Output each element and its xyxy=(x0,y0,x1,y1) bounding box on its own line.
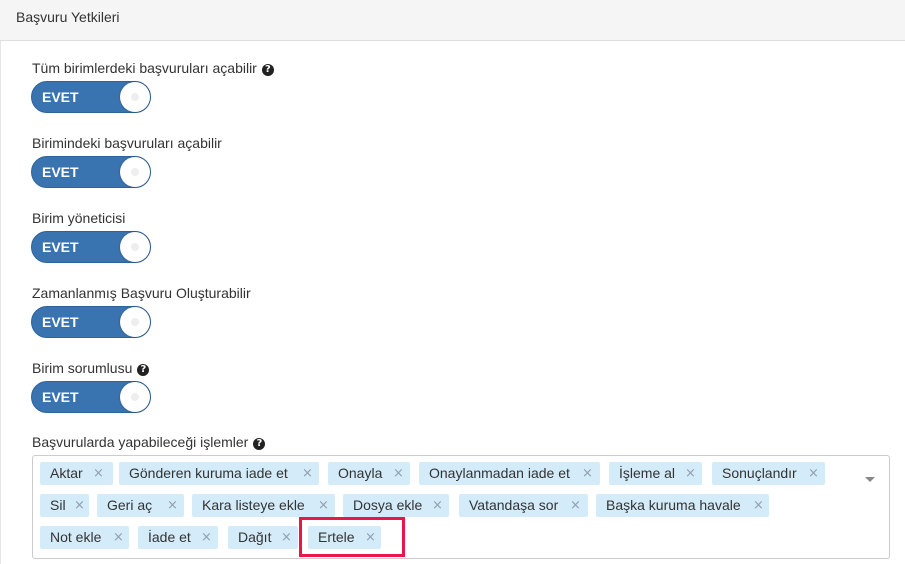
tag-remove-icon[interactable]: × xyxy=(393,462,404,485)
question-circle-icon[interactable]: ? xyxy=(253,438,266,450)
toggle-state-label: EVET xyxy=(42,164,79,180)
field-label-text: Birimindeki başvuruları açabilir xyxy=(32,135,222,151)
tag-remove-icon[interactable]: × xyxy=(281,526,292,549)
tag-kara-listeye-ekle: Kara listeye ekle × xyxy=(192,494,335,517)
tag-remove-icon[interactable]: × xyxy=(318,494,329,517)
tag-label: Sil xyxy=(50,497,66,513)
tag-remove-icon[interactable]: × xyxy=(74,494,85,517)
field-label-operations: Başvurularda yapabileceği işlemler? xyxy=(32,434,266,450)
tag-remove-icon[interactable]: × xyxy=(302,462,313,485)
tag-aktar: Aktar × xyxy=(40,462,113,485)
tag-label: Sonuçlandır xyxy=(722,465,797,481)
tag-label: Onayla xyxy=(338,465,383,481)
field-label-text: Birim yöneticisi xyxy=(32,210,126,226)
tag-gonderen-kuruma-iade-et: Gönderen kuruma iade et × xyxy=(119,462,319,485)
tag-remove-icon[interactable]: × xyxy=(167,494,178,517)
tag-label: Onaylanmadan iade et xyxy=(429,465,570,481)
tag-remove-icon[interactable]: × xyxy=(93,462,104,485)
tag-not-ekle: Not ekle × xyxy=(40,526,129,549)
toggle-knob xyxy=(120,307,150,337)
field-label-own-unit: Birimindeki başvuruları açabilir xyxy=(32,135,222,151)
tag-remove-icon[interactable]: × xyxy=(570,494,581,517)
tag-iade-et: İade et × xyxy=(138,526,218,549)
toggle-knob xyxy=(120,82,150,112)
toggle-all-units[interactable]: EVET xyxy=(31,81,151,113)
panel-left-border xyxy=(0,41,1,564)
field-label-text: Birim sorumlusu xyxy=(32,360,133,376)
tag-vatandasa-sor: Vatandaşa sor × xyxy=(459,494,588,517)
tag-onayla: Onayla × xyxy=(328,462,410,485)
field-label-scheduled: Zamanlanmış Başvuru Oluşturabilir xyxy=(32,285,251,301)
tag-remove-icon[interactable]: × xyxy=(685,462,696,485)
field-label-all-units: Tüm birimlerdeki başvuruları açabilir? xyxy=(32,60,274,76)
toggle-unit-manager[interactable]: EVET xyxy=(31,231,151,263)
tag-dagit: Dağıt × xyxy=(228,526,298,549)
field-label-text: Başvurularda yapabileceği işlemler xyxy=(32,434,249,450)
toggle-state-label: EVET xyxy=(42,239,79,255)
tag-label: Aktar xyxy=(50,465,83,481)
field-label-text: Tüm birimlerdeki başvuruları açabilir xyxy=(32,60,257,76)
field-label-unit-manager: Birim yöneticisi xyxy=(32,210,125,226)
toggle-scheduled[interactable]: EVET xyxy=(31,306,151,338)
tag-geri-ac: Geri aç × xyxy=(97,494,184,517)
toggle-knob xyxy=(120,382,150,412)
toggle-state-label: EVET xyxy=(42,89,79,105)
tag-label: Dağıt xyxy=(238,529,272,545)
tag-remove-icon[interactable]: × xyxy=(113,526,124,549)
toggle-state-label: EVET xyxy=(42,314,79,330)
tag-label: Gönderen kuruma iade et xyxy=(129,465,288,481)
question-circle-icon[interactable]: ? xyxy=(261,64,274,76)
panel-heading: Başvuru Yetkileri xyxy=(0,0,905,41)
tag-label: Başka kuruma havale xyxy=(606,497,741,513)
tag-label: Not ekle xyxy=(50,529,102,545)
tag-remove-icon[interactable]: × xyxy=(432,494,443,517)
tag-onaylanmadan-iade-et: Onaylanmadan iade et × xyxy=(419,462,600,485)
toggle-knob xyxy=(120,157,150,187)
tag-label: İade et xyxy=(148,529,191,545)
toggle-state-label: EVET xyxy=(42,389,79,405)
question-circle-icon[interactable]: ? xyxy=(137,364,150,376)
tag-isleme-al: İşleme al × xyxy=(609,462,702,485)
tag-label: Geri aç xyxy=(107,497,153,513)
tag-remove-icon[interactable]: × xyxy=(753,494,764,517)
panel-title: Başvuru Yetkileri xyxy=(16,9,120,25)
field-label-unit-responsible: Birim sorumlusu? xyxy=(32,360,150,376)
tag-remove-icon[interactable]: × xyxy=(582,462,593,485)
dropdown-arrow-icon[interactable] xyxy=(865,477,875,482)
tag-label: Vatandaşa sor xyxy=(469,497,559,513)
highlight-box xyxy=(299,517,405,557)
tag-remove-icon[interactable]: × xyxy=(808,462,819,485)
tag-label: Kara listeye ekle xyxy=(202,497,305,513)
tag-label: İşleme al xyxy=(619,465,676,481)
tag-sil: Sil × xyxy=(40,494,89,517)
tag-sonuclandir: Sonuçlandır × xyxy=(712,462,825,485)
field-label-text: Zamanlanmış Başvuru Oluşturabilir xyxy=(32,285,251,301)
tag-baska-kuruma-havale: Başka kuruma havale × xyxy=(596,494,769,517)
tag-remove-icon[interactable]: × xyxy=(201,526,212,549)
toggle-knob xyxy=(120,232,150,262)
toggle-unit-responsible[interactable]: EVET xyxy=(31,381,151,413)
tag-label: Dosya ekle xyxy=(353,497,423,513)
toggle-own-unit[interactable]: EVET xyxy=(31,156,151,188)
tag-dosya-ekle: Dosya ekle × xyxy=(343,494,449,517)
